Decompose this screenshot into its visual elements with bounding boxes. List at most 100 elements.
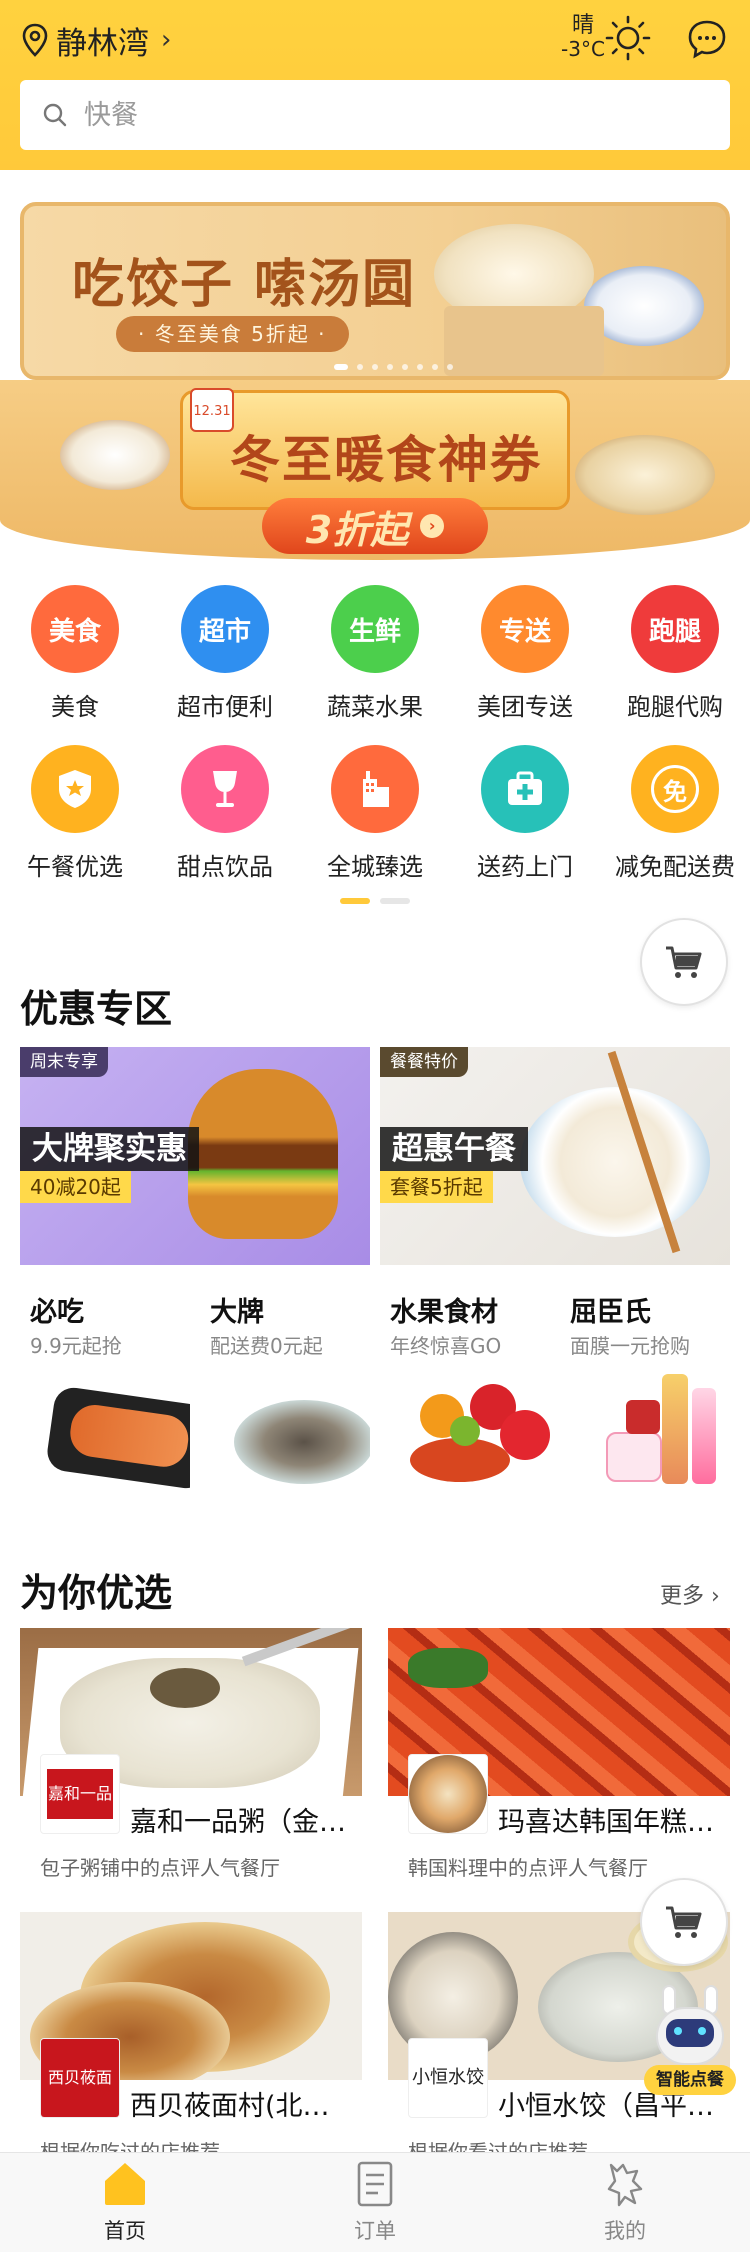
mini-title: 屈臣氏 (570, 1297, 651, 1328)
category-label: 美团专送 (477, 693, 573, 721)
store-logo-text: 嘉和一品 (47, 1769, 113, 1819)
floating-cart-button[interactable] (640, 1878, 728, 1966)
oysters-image (234, 1400, 370, 1484)
deal-mini-watsons[interactable]: 屈臣氏 面膜一元抢购 (560, 1278, 730, 1496)
store-logo: 嘉和一品 (40, 1754, 120, 1834)
mini-title: 必吃 (30, 1297, 84, 1328)
category-label: 甜点饮品 (177, 853, 273, 881)
search-bar[interactable] (20, 80, 730, 150)
search-input[interactable] (84, 99, 644, 131)
cart-icon (666, 1906, 702, 1938)
category-lunch[interactable]: 午餐优选 (0, 745, 150, 882)
deal-title: 超惠午餐 (380, 1127, 528, 1171)
category-label: 减免配送费 (615, 853, 735, 881)
cosmetics-image (596, 1374, 730, 1490)
category-pager (340, 898, 410, 904)
dumplings-plate-image (575, 435, 715, 515)
category-citywide[interactable]: 全城臻选 (300, 745, 450, 882)
chevron-right-icon: › (420, 514, 445, 538)
deal-mini-mustEat[interactable]: 必吃 9.9元起抢 (20, 1278, 190, 1496)
store-card[interactable]: 西贝莜面村 西贝莜面村(北… 根据你吃过的店推荐 (20, 1912, 362, 2164)
store-card[interactable]: 嘉和一品 嘉和一品粥（金… 包子粥铺中的点评人气餐厅 (20, 1628, 362, 1884)
nav-orders[interactable]: 订单 (315, 2159, 435, 2245)
bottom-nav: 首页 订单 我的 (0, 2152, 750, 2252)
category-food[interactable]: 美食 美食 (0, 585, 150, 722)
robot-mascot-icon (652, 1985, 728, 2065)
header: 静林湾 › 晴 -3°C (0, 0, 750, 170)
building-icon (331, 745, 419, 833)
free-badge-icon: 免 (631, 745, 719, 833)
food-icon: 美食 (31, 585, 119, 673)
category-errand[interactable]: 跑腿 跑腿代购 (600, 585, 750, 722)
grilled-fish-image (44, 1385, 190, 1491)
store-desc: 韩国料理中的点评人气餐厅 (408, 1856, 648, 1880)
deal-title: 大牌聚实惠 (20, 1127, 199, 1171)
store-name: 西贝莜面村(北… (130, 2091, 330, 2122)
category-fresh[interactable]: 生鲜 蔬菜水果 (300, 585, 450, 722)
store-logo-text: 西贝莜面村 (41, 2039, 119, 2117)
noodle-bowl-image (520, 1087, 710, 1237)
store-name: 嘉和一品粥（金… (130, 1807, 346, 1838)
location-selector[interactable]: 静林湾 › (22, 18, 171, 62)
carousel-dots (334, 364, 453, 370)
location-name: 静林湾 (56, 25, 149, 62)
tangyuan-bowl-image (60, 420, 170, 490)
category-label: 超市便利 (177, 693, 273, 721)
mini-subtitle: 配送费0元起 (210, 1334, 323, 1358)
lunch-shield-icon (31, 745, 119, 833)
wine-glass-icon (181, 745, 269, 833)
category-pharmacy[interactable]: 送药上门 (450, 745, 600, 882)
wooden-stand-image (444, 306, 604, 376)
category-label: 送药上门 (477, 853, 573, 881)
store-logo (408, 1754, 488, 1834)
floating-cart-button[interactable] (640, 918, 728, 1006)
app-page: 静林湾 › 晴 -3°C 快餐 吃饺子 嗦汤圆 · 冬至美食 5折起 · 12.… (0, 0, 750, 2252)
promo-banner-coupon[interactable]: 12.31 冬至暖食神券 3折起 › (0, 380, 750, 560)
mini-subtitle: 年终惊喜GO (390, 1334, 502, 1358)
coupon-button[interactable]: 3折起 › (262, 498, 488, 554)
nav-profile[interactable]: 我的 (565, 2159, 685, 2245)
errand-runner-icon: 跑腿 (631, 585, 719, 673)
fruit-basket-image (410, 1374, 550, 1494)
deal-mini-brand[interactable]: 大牌 配送费0元起 (200, 1278, 370, 1496)
assistant-label: 智能点餐 (644, 2065, 736, 2095)
message-icon[interactable] (686, 18, 728, 60)
nav-label: 首页 (104, 2219, 146, 2243)
deal-subtitle: 40减20起 (20, 1171, 131, 1203)
cart-icon (666, 946, 702, 978)
deal-mini-fruit[interactable]: 水果食材 年终惊喜GO (380, 1278, 550, 1496)
mini-subtitle: 面膜一元抢购 (570, 1334, 690, 1358)
location-pin-icon (22, 23, 48, 57)
deal-card-brands[interactable]: 周末专享 大牌聚实惠 40减20起 (20, 1047, 370, 1265)
sun-icon (605, 15, 651, 61)
kangaroo-icon (607, 2163, 643, 2207)
category-supermarket[interactable]: 超市 超市便利 (150, 585, 300, 722)
supermarket-icon: 超市 (181, 585, 269, 673)
promo-banner-dumplings[interactable]: 吃饺子 嗦汤圆 · 冬至美食 5折起 · (20, 202, 730, 380)
medicine-kit-icon (481, 745, 569, 833)
nav-home[interactable]: 首页 (65, 2159, 185, 2245)
category-free-delivery[interactable]: 免 减免配送费 (600, 745, 750, 882)
deal-card-lunch[interactable]: 餐餐特价 超惠午餐 套餐5折起 (380, 1047, 730, 1265)
nav-label: 我的 (604, 2219, 646, 2243)
category-express[interactable]: 专送 美团专送 (450, 585, 600, 722)
free-badge-text: 免 (651, 765, 699, 813)
category-label: 美食 (51, 693, 99, 721)
mini-title: 水果食材 (390, 1297, 498, 1328)
section-title-deals: 优惠专区 (20, 987, 173, 1031)
more-link[interactable]: 更多 › (660, 1578, 720, 1610)
category-dessert[interactable]: 甜点饮品 (150, 745, 300, 882)
banner-headline: 吃饺子 嗦汤圆 (72, 254, 417, 315)
coupon-button-label: 3折起 (305, 507, 409, 552)
category-label: 蔬菜水果 (327, 693, 423, 721)
store-card[interactable]: 玛喜达韩国年糕… 韩国料理中的点评人气餐厅 (388, 1628, 730, 1884)
chevron-right-icon: › (161, 25, 172, 55)
smart-order-assistant[interactable]: 智能点餐 (640, 1985, 740, 2100)
store-logo: 西贝莜面村 (40, 2038, 120, 2118)
date-badge: 12.31 (190, 388, 234, 432)
order-list-icon (357, 2161, 393, 2207)
banner-subline: · 冬至美食 5折起 · (116, 316, 349, 352)
category-label: 全城臻选 (327, 853, 423, 881)
mini-subtitle: 9.9元起抢 (30, 1334, 122, 1358)
deal-subtitle: 套餐5折起 (380, 1171, 493, 1203)
